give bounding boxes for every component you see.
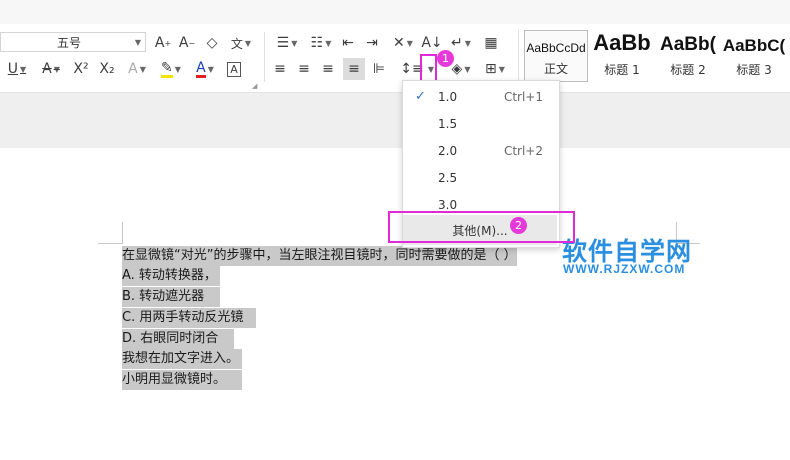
- subscript-icon[interactable]: X₂: [96, 58, 118, 80]
- text-line[interactable]: A. 转动转换器，: [122, 266, 220, 286]
- sort-icon[interactable]: A↓: [421, 32, 442, 54]
- style-name: 标题 1: [604, 63, 640, 77]
- font-size-value: 五号: [57, 35, 82, 50]
- watermark-url: WWW.RJZXW.COM: [563, 262, 686, 276]
- style-name: 标题 2: [670, 63, 706, 77]
- margin-corner: [122, 222, 123, 244]
- phonetic-guide-icon[interactable]: 文 ▼: [226, 32, 256, 54]
- text-line[interactable]: 在显微镜“对光”的步骤中，当左眼注视目镜时，同时需要做的是（ ）: [122, 246, 517, 266]
- numbered-list-icon[interactable]: ☷ ▼: [306, 32, 336, 54]
- align-right-icon[interactable]: ≡: [318, 58, 338, 80]
- option-value: 2.0: [438, 143, 458, 158]
- text-line[interactable]: 小明用显微镜时。: [122, 370, 242, 390]
- font-size-combo[interactable]: 五号 ▼: [0, 32, 146, 52]
- decrease-indent-icon[interactable]: ⇤: [338, 32, 358, 54]
- highlight-color-icon[interactable]: ✎ ▼: [156, 58, 186, 80]
- style-name: 正文: [543, 62, 568, 76]
- character-border-icon[interactable]: A: [224, 58, 244, 80]
- line-spacing-option-2-5[interactable]: 2.5: [403, 164, 559, 191]
- option-shortcut: Ctrl+1: [503, 89, 543, 104]
- option-value: 1.0: [438, 89, 458, 104]
- ribbon-toolbar: 五号 ▼ A + A − ◇ 文 ▼ ☰ ▼ ☷ ▼ ⇤ ⇥ ✕ ▼ A↓ ↵ ▼ ▦ U ▼ …: [0, 24, 790, 93]
- style-preview: AaBb(: [660, 34, 716, 55]
- line-spacing-highlight: [420, 54, 437, 82]
- document-page[interactable]: [0, 148, 790, 460]
- style-name: 标题 3: [736, 63, 772, 77]
- grow-font-icon[interactable]: A +: [152, 32, 174, 54]
- style-preview: AaBbC(: [722, 36, 786, 55]
- line-spacing-option-1-0[interactable]: ✓ 1.0 Ctrl+1: [403, 83, 559, 110]
- option-shortcut: Ctrl+2: [503, 143, 543, 158]
- style-heading-3[interactable]: AaBbC( 标题 3: [722, 30, 786, 82]
- align-left-icon[interactable]: ≡: [270, 58, 290, 80]
- style-preview: AaBb: [593, 30, 651, 55]
- text-line[interactable]: 我想在加文字进入。: [122, 349, 242, 369]
- checkmark-icon: ✓: [415, 89, 426, 104]
- justify-icon[interactable]: ≡: [343, 58, 365, 80]
- text-direction-icon[interactable]: ✕ ▼: [388, 32, 418, 54]
- shrink-font-icon[interactable]: A −: [176, 32, 198, 54]
- line-spacing-icon[interactable]: ↕≡: [400, 58, 423, 80]
- superscript-icon[interactable]: X²: [70, 58, 92, 80]
- borders-icon[interactable]: ⊞ ▼: [480, 58, 510, 80]
- margin-corner: [98, 243, 122, 244]
- line-spacing-option-1-5[interactable]: 1.5: [403, 110, 559, 137]
- option-value: 3.0: [438, 197, 458, 212]
- step-badge-2: 2: [510, 217, 527, 234]
- style-heading-1[interactable]: AaBb 标题 1: [590, 30, 654, 82]
- style-heading-2[interactable]: AaBb( 标题 2: [656, 30, 720, 82]
- text-line[interactable]: B. 转动遮光器: [122, 287, 220, 307]
- text-line[interactable]: D. 右眼同时闭合: [122, 329, 234, 349]
- chevron-down-icon: ▼: [134, 37, 141, 47]
- strikethrough-icon[interactable]: A ▼: [36, 58, 66, 80]
- clear-format-icon[interactable]: ◇: [202, 32, 222, 54]
- table-tools-icon[interactable]: ▦: [480, 32, 502, 54]
- style-normal[interactable]: AaBbCcDd 正文: [524, 30, 588, 82]
- underline-icon[interactable]: U ▼: [2, 58, 32, 80]
- bullet-list-icon[interactable]: ☰ ▼: [272, 32, 302, 54]
- style-preview: AaBbCcDd: [526, 41, 586, 55]
- font-color-icon[interactable]: A ▼: [190, 58, 220, 80]
- title-bar-strip: [0, 0, 790, 24]
- distributed-icon[interactable]: ⊫: [368, 58, 390, 80]
- step-badge-1: 1: [437, 50, 454, 67]
- option-value: 1.5: [438, 116, 458, 131]
- line-spacing-option-2-0[interactable]: 2.0 Ctrl+2: [403, 137, 559, 164]
- align-center-icon[interactable]: ≡: [294, 58, 314, 80]
- increase-indent-icon[interactable]: ⇥: [362, 32, 382, 54]
- other-option-highlight: [388, 211, 575, 243]
- option-value: 2.5: [438, 170, 458, 185]
- text-effect-icon[interactable]: A ▼: [122, 58, 152, 80]
- text-line[interactable]: C. 用两手转动反光镜: [122, 308, 256, 328]
- paragraph-launcher-icon[interactable]: ◢: [252, 82, 257, 90]
